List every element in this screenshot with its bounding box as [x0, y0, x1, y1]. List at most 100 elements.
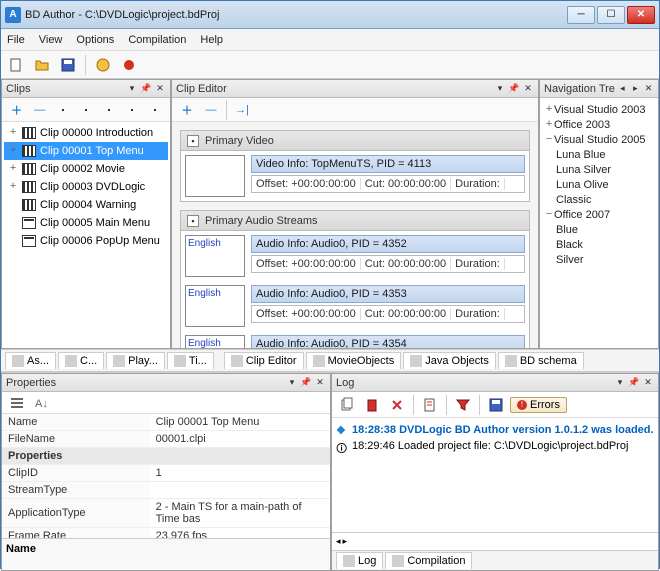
categorize-button[interactable] — [6, 392, 28, 414]
clip-tree[interactable]: +Clip 00000 Introduction +Clip 00001 Top… — [2, 122, 170, 348]
offset-field[interactable]: Offset: +00:00:00:00 — [252, 308, 361, 320]
clip-tool-2[interactable] — [75, 99, 96, 121]
duration-field[interactable]: Duration: — [451, 178, 505, 190]
properties-grid[interactable]: NameClip 00001 Top Menu FileName00001.cl… — [2, 414, 330, 538]
audio-thumbnail[interactable]: English — [185, 235, 245, 277]
scroll-left-icon[interactable]: ◂ — [336, 536, 341, 547]
clip-row[interactable]: Clip 00006 PopUp Menu — [4, 232, 168, 250]
panel-close-icon[interactable]: ✕ — [314, 377, 326, 389]
save-button[interactable] — [57, 54, 79, 76]
clip-tool-4[interactable] — [122, 99, 143, 121]
menu-clip-icon — [22, 217, 36, 229]
log-body[interactable]: ❖18:28:38 DVDLogic BD Author version 1.0… — [332, 418, 658, 532]
clear-log-button[interactable] — [361, 394, 383, 416]
panel-close-icon[interactable]: ✕ — [522, 83, 534, 95]
panel-menu-icon[interactable]: ▾ — [286, 377, 298, 389]
panel-close-icon[interactable]: ✕ — [154, 83, 166, 95]
panel-menu-icon[interactable]: ▾ — [494, 83, 506, 95]
tab-play[interactable]: Play... — [106, 352, 165, 369]
collapse-icon[interactable]: ▪ — [187, 135, 199, 147]
next-button[interactable]: →| — [231, 99, 253, 121]
tab-java-objects[interactable]: Java Objects — [403, 352, 496, 369]
clip-row[interactable]: Clip 00005 Main Menu — [4, 214, 168, 232]
copy-log-button[interactable] — [336, 394, 358, 416]
tab-log[interactable]: Log — [336, 552, 383, 569]
doc-log-button[interactable] — [419, 394, 441, 416]
panel-menu-icon[interactable]: ▾ — [126, 83, 138, 95]
film-icon — [22, 181, 36, 193]
collapse-icon[interactable]: ▪ — [187, 215, 199, 227]
tab-clip-editor[interactable]: Clip Editor — [224, 352, 304, 369]
pin-icon[interactable]: 📌 — [300, 377, 312, 389]
filter-log-button[interactable] — [452, 394, 474, 416]
clip-row[interactable]: +Clip 00000 Introduction — [4, 124, 168, 142]
menu-options[interactable]: Options — [76, 34, 114, 46]
java-objects-icon — [410, 355, 422, 367]
pin-icon[interactable]: 📌 — [628, 377, 640, 389]
nav-tree[interactable]: +Visual Studio 2003 +Office 2003 −Visual… — [540, 98, 658, 348]
clip-tool-5[interactable] — [145, 99, 166, 121]
cut-field[interactable]: Cut: 00:00:00:00 — [361, 308, 451, 320]
clip-row[interactable]: +Clip 00002 Movie — [4, 160, 168, 178]
cut-field[interactable]: Cut: 00:00:00:00 — [361, 178, 451, 190]
add-clip-button[interactable]: ＋ — [6, 99, 27, 121]
scroll-right-icon[interactable]: ▸ — [343, 536, 348, 547]
clip-row[interactable]: +Clip 00003 DVDLogic — [4, 178, 168, 196]
menu-view[interactable]: View — [39, 34, 63, 46]
tab-compilation[interactable]: Compilation — [385, 552, 472, 569]
tab-assets[interactable]: As... — [5, 352, 56, 369]
tab-bd-schema[interactable]: BD schema — [498, 352, 584, 369]
debug-button[interactable] — [118, 54, 140, 76]
video-thumbnail[interactable] — [185, 155, 245, 197]
film-icon — [22, 163, 36, 175]
clip-tool-1[interactable] — [52, 99, 73, 121]
clip-row[interactable]: +Clip 00001 Top Menu — [4, 142, 168, 160]
offset-field[interactable]: Offset: +00:00:00:00 — [252, 178, 361, 190]
audio-thumbnail[interactable]: English — [185, 285, 245, 327]
audio-thumbnail[interactable]: English — [185, 335, 245, 348]
c-icon — [65, 355, 77, 367]
main-toolbar — [1, 51, 659, 79]
pin-icon[interactable]: 📌 — [508, 83, 520, 95]
property-description: Name — [2, 538, 330, 570]
pin-icon[interactable]: 📌 — [140, 83, 152, 95]
menu-file[interactable]: File — [7, 34, 25, 46]
panel-close-icon[interactable]: ✕ — [642, 377, 654, 389]
tab-c[interactable]: C... — [58, 352, 104, 369]
scroll-right-icon[interactable]: ▸ — [630, 83, 641, 95]
errors-button[interactable]: !Errors — [510, 397, 567, 413]
new-button[interactable] — [5, 54, 27, 76]
tab-ti[interactable]: Ti... — [167, 352, 214, 369]
remove-clip-button[interactable]: — — [29, 99, 50, 121]
ti-icon — [174, 355, 186, 367]
delete-log-button[interactable] — [386, 394, 408, 416]
scroll-left-icon[interactable]: ◂ — [617, 83, 628, 95]
window-title: BD Author - C:\DVDLogic\project.bdProj — [25, 9, 567, 21]
minimize-button[interactable]: ─ — [567, 6, 595, 24]
duration-field[interactable]: Duration: — [451, 258, 505, 270]
log-toolbar: !Errors — [332, 392, 658, 418]
tab-movie-objects[interactable]: MovieObjects — [306, 352, 402, 369]
maximize-button[interactable]: ☐ — [597, 6, 625, 24]
add-stream-button[interactable]: ＋ — [176, 99, 198, 121]
menu-compilation[interactable]: Compilation — [128, 34, 186, 46]
remove-stream-button[interactable]: — — [200, 99, 222, 121]
menu-help[interactable]: Help — [200, 34, 223, 46]
save-log-button[interactable] — [485, 394, 507, 416]
audio-info: Audio Info: Audio0, PID = 4353 — [251, 285, 525, 303]
log-icon — [343, 555, 355, 567]
close-button[interactable]: ✕ — [627, 6, 655, 24]
clip-row[interactable]: Clip 00004 Warning — [4, 196, 168, 214]
clip-editor-icon — [231, 355, 243, 367]
panel-menu-icon[interactable]: ▾ — [614, 377, 626, 389]
cut-field[interactable]: Cut: 00:00:00:00 — [361, 258, 451, 270]
app-icon: A — [5, 7, 21, 23]
duration-field[interactable]: Duration: — [451, 308, 505, 320]
sort-button[interactable]: A↓ — [30, 392, 52, 414]
clip-editor-panel: Clip Editor ▾ 📌 ✕ ＋ — →| ▪Primary Video … — [171, 79, 539, 349]
clip-tool-3[interactable] — [99, 99, 120, 121]
offset-field[interactable]: Offset: +00:00:00:00 — [252, 258, 361, 270]
open-button[interactable] — [31, 54, 53, 76]
compile-button[interactable] — [92, 54, 114, 76]
panel-close-icon[interactable]: ✕ — [643, 83, 654, 95]
